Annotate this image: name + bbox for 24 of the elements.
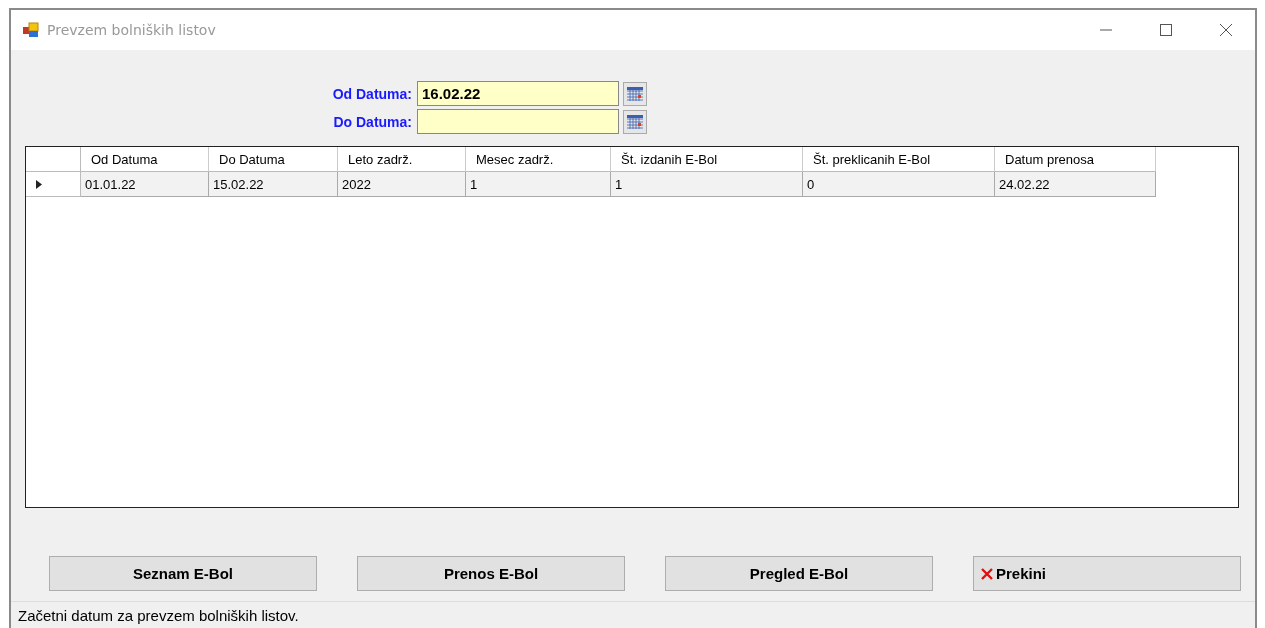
table-cell: 0 [803, 172, 995, 197]
date-field[interactable]: 16.02.22 [417, 81, 619, 106]
action-button[interactable]: Prekini [973, 556, 1241, 591]
window-title: Prevzem bolniških listov [47, 22, 216, 38]
close-icon[interactable] [1219, 23, 1233, 37]
app-icon [23, 22, 39, 38]
maximize-icon[interactable] [1159, 23, 1173, 37]
table-cell: 15.02.22 [209, 172, 338, 197]
action-button[interactable]: Seznam E-Bol [49, 556, 317, 591]
date-label: Od Datuma: [331, 85, 413, 102]
date-field[interactable] [417, 109, 619, 134]
calendar-icon[interactable] [623, 81, 647, 106]
table-cell: 1 [466, 172, 611, 197]
calendar-icon[interactable] [623, 109, 647, 134]
status-bar: Začetni datum za prevzem bolniških listov. [11, 601, 1255, 628]
table-cell: 2022 [338, 172, 466, 197]
cancel-icon [980, 566, 994, 581]
row-header [26, 147, 81, 172]
table-cell: 01.01.22 [81, 172, 209, 197]
date-label: Do Datuma: [332, 113, 413, 130]
table-cell: 24.02.22 [995, 172, 1156, 197]
action-button[interactable]: Pregled E-Bol [665, 556, 933, 591]
table-cell: 1 [611, 172, 803, 197]
action-button[interactable]: Prenos E-Bol [357, 556, 625, 591]
